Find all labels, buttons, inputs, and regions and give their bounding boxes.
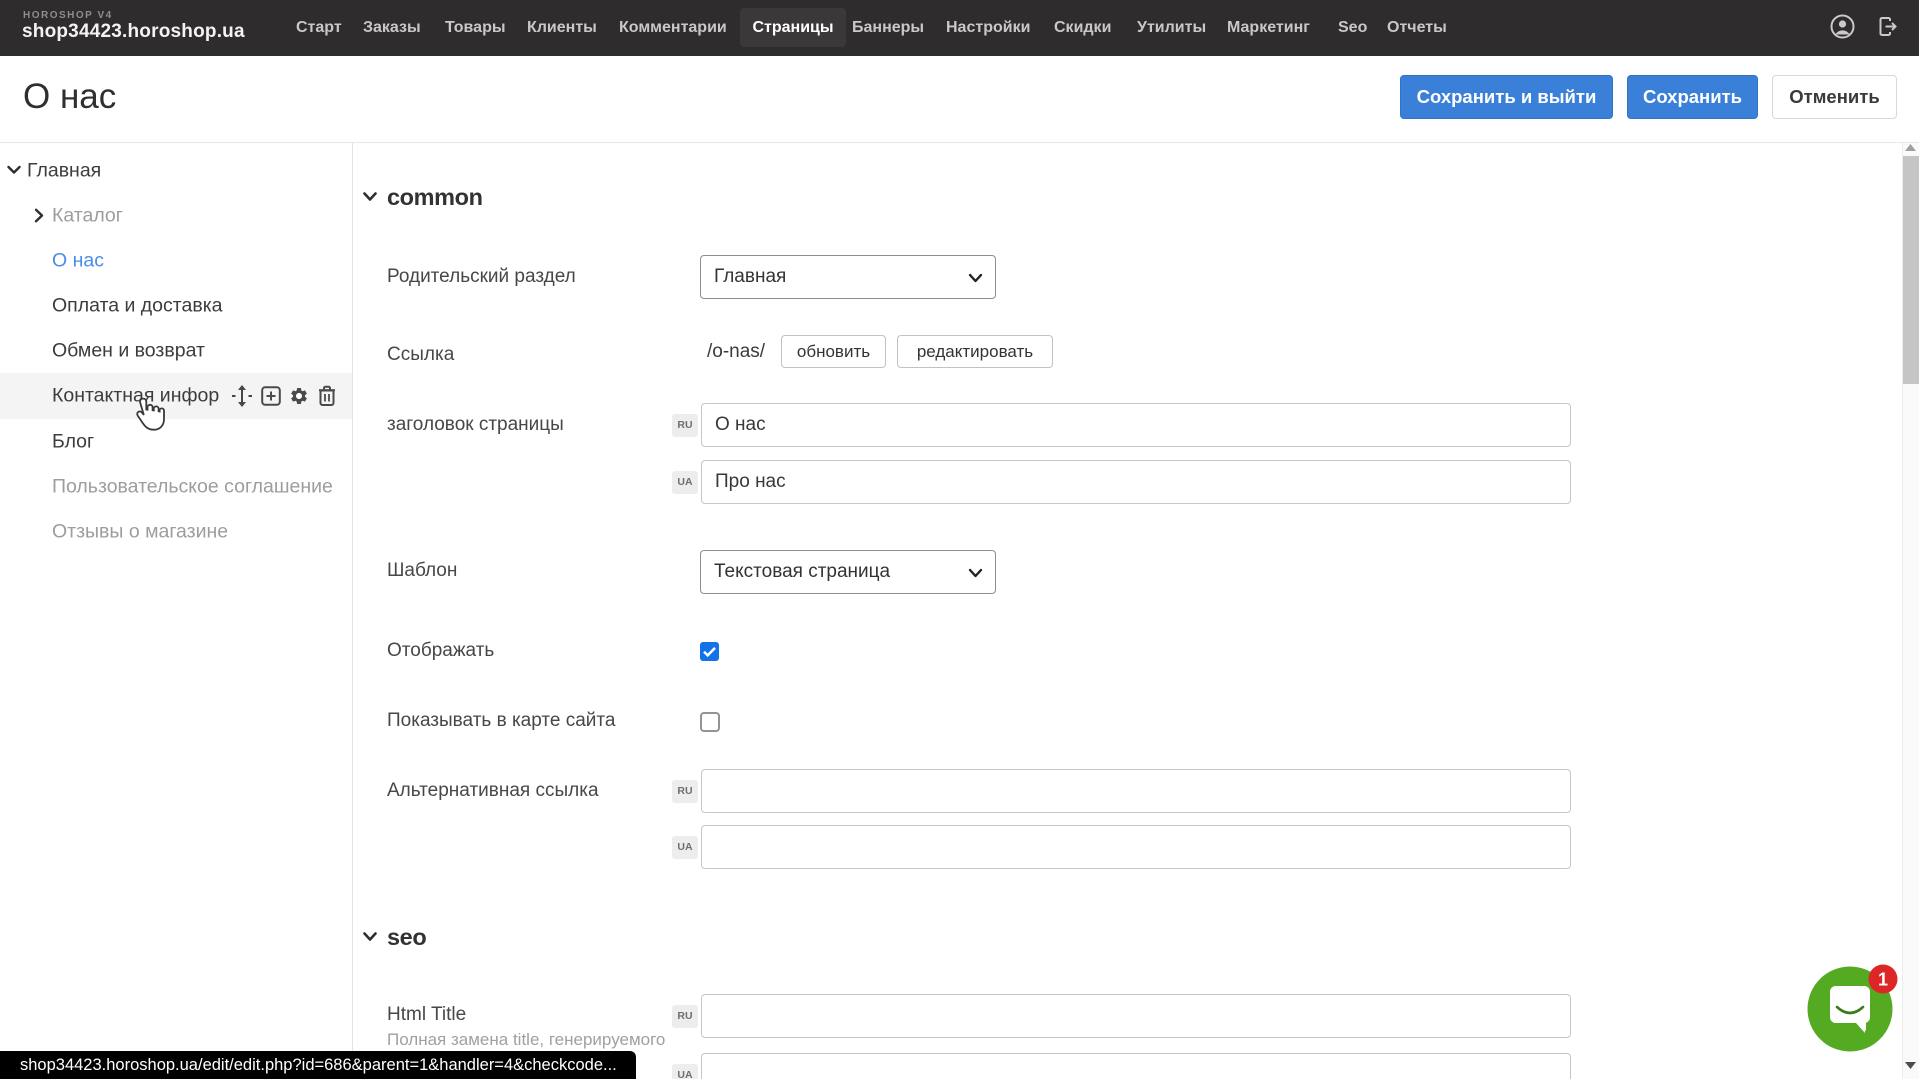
svg-text:1: 1 — [1878, 970, 1888, 990]
